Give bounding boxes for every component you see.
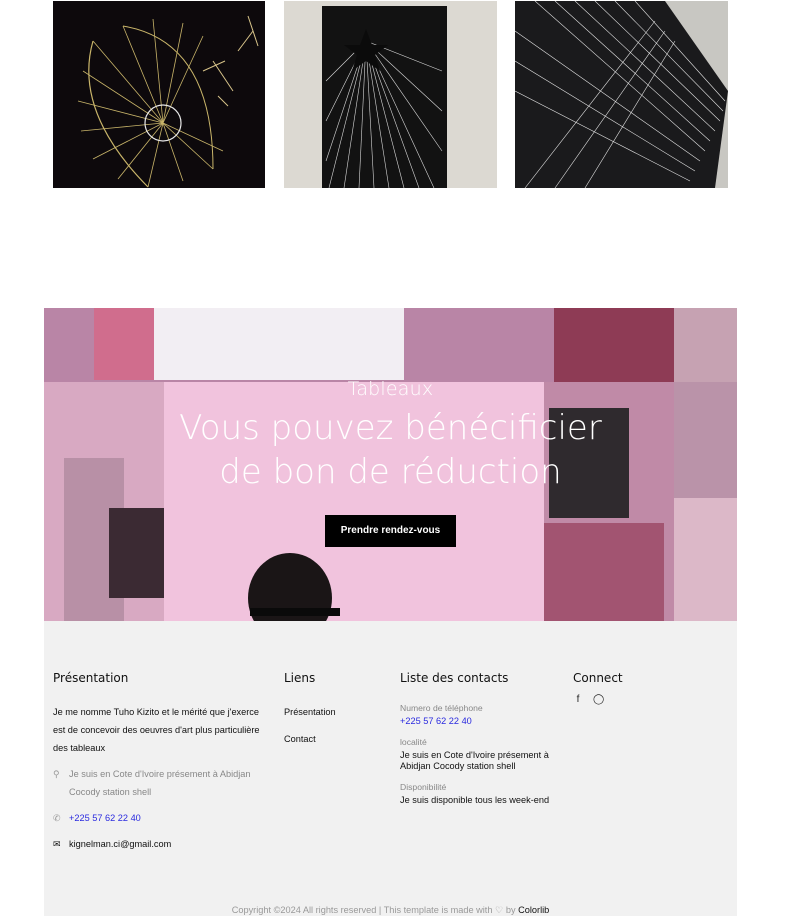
copyright-line: Copyright ©2024 All rights reserved | Th… [44,905,737,916]
email-text[interactable]: kignelman.ci@gmail.com [69,835,171,853]
book-appointment-button[interactable]: Prendre rendez-vous [325,515,456,547]
address-text: Je suis en Cote d'Ivoire présement à Abi… [69,769,251,797]
art-gallery [53,1,728,188]
facebook-icon[interactable]: f [573,694,583,705]
instagram-icon[interactable]: ◯ [593,694,604,705]
banner-title-line-1: Vous pouvez bénécificier [179,408,602,448]
footer-link-presentation[interactable]: Présentation [284,703,384,721]
site-footer: Présentation Je me nomme Tuho Kizito et … [44,621,737,916]
map-pin-icon: ⚲ [53,769,60,779]
banner-subtitle: Tableaux [347,378,434,400]
mesh-string-art-image [515,1,728,188]
about-heading: Présentation [53,671,129,685]
footer-connect-column: Connect f ◯ [573,671,693,705]
star-string-art-image [284,1,497,188]
banner-content: Tableaux Vous pouvez bénécificier de bon… [44,378,737,547]
gallery-image-mesh[interactable] [515,1,728,188]
location-value: Je suis en Cote d'Ivoire présement à Abi… [400,749,549,772]
envelope-icon: ✉ [53,839,61,849]
phone-icon: ✆ [53,813,61,823]
gallery-image-spiral[interactable] [53,1,265,188]
links-list: Présentation Contact [284,703,384,748]
spiral-string-art-image [53,1,265,188]
footer-link-contact[interactable]: Contact [284,730,384,748]
about-text: Je me nomme Tuho Kizito et le mérité que… [53,707,260,753]
location-label: localité [400,736,427,747]
contacts-heading: Liste des contacts [400,671,509,685]
copyright-by: by [505,905,516,915]
availability-label: Disponibilité [400,781,447,792]
connect-heading: Connect [573,671,623,685]
links-heading: Liens [284,671,316,685]
banner-title: Vous pouvez bénécificier de bon de réduc… [44,406,737,494]
colorlib-link[interactable]: Colorlib [518,905,549,915]
email-row: ✉ kignelman.ci@gmail.com [53,835,273,853]
phone-link[interactable]: +225 57 62 22 40 [69,809,141,827]
footer-contacts-column: Liste des contacts Numero de téléphone +… [400,671,560,806]
phone-label: Numero de téléphone [400,703,483,713]
contact-phone-link[interactable]: +225 57 62 22 40 [400,716,560,728]
heart-icon: ♡ [495,905,504,915]
copyright-text: Copyright ©2024 All rights reserved | Th… [231,905,493,915]
phone-row: ✆ +225 57 62 22 40 [53,809,273,827]
availability-value: Je suis disponible tous les week-end [400,794,550,805]
footer-about-column: Présentation Je me nomme Tuho Kizito et … [53,671,273,853]
promo-banner: Tableaux Vous pouvez bénécificier de bon… [44,308,737,621]
banner-title-line-2: de bon de réduction [219,452,562,492]
social-links: f ◯ [573,694,693,705]
footer-links-column: Liens Présentation Contact [284,671,384,757]
address-row: ⚲ Je suis en Cote d'Ivoire présement à A… [53,765,273,801]
gallery-image-star[interactable] [284,1,497,188]
